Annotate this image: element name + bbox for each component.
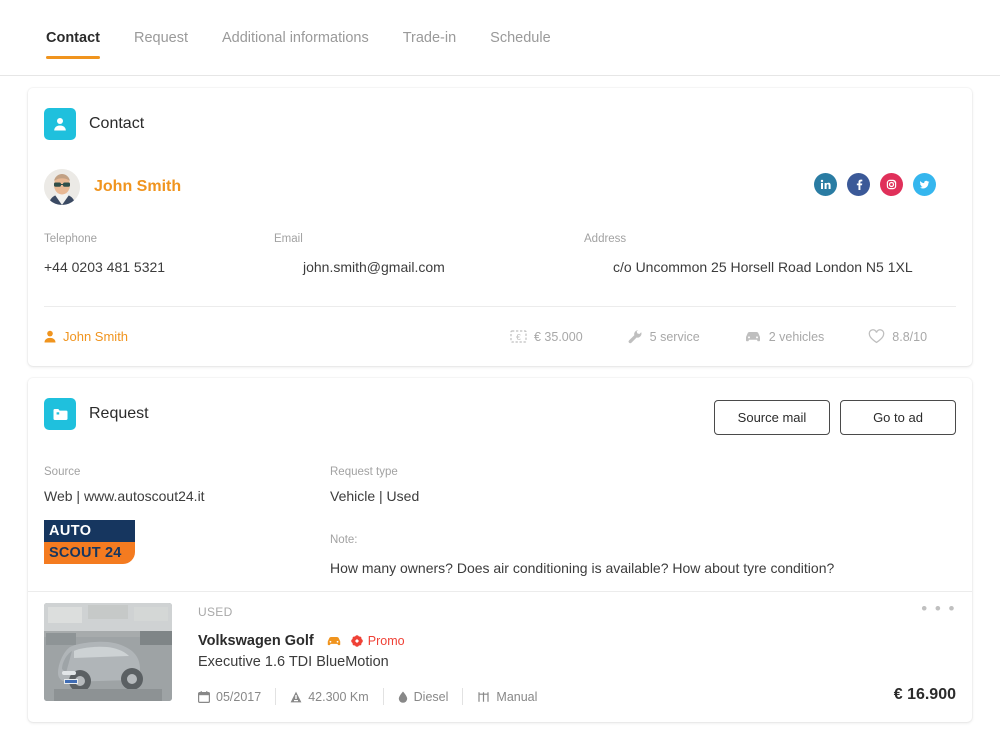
request-section-title: Request: [89, 405, 149, 422]
field-email-label: Email: [274, 233, 303, 245]
contact-person-name[interactable]: John Smith: [94, 178, 181, 196]
fuel-icon: [398, 691, 407, 703]
contact-section-title: Contact: [89, 115, 145, 132]
twitter-icon[interactable]: [913, 173, 936, 196]
vehicle-title-row: Volkswagen Golf Promo: [198, 633, 956, 649]
tab-request[interactable]: Request: [134, 30, 188, 59]
request-type-value: Vehicle | Used: [330, 488, 420, 504]
owner-link-label: John Smith: [63, 329, 129, 344]
contact-fields: Telephone +44 0203 481 5321 Email john.s…: [44, 233, 972, 275]
request-card: Request Source mail Go to ad Source Web …: [28, 378, 972, 722]
promo-flower-icon: [350, 635, 363, 647]
owner-link[interactable]: John Smith: [44, 329, 128, 344]
note-text: How many owners? Does air conditioning i…: [330, 560, 835, 576]
request-details: Source Web | www.autoscout24.it AUTO SCO…: [44, 466, 972, 576]
vehicle-photo[interactable]: [44, 603, 172, 701]
gearbox-icon: [478, 691, 490, 702]
tab-trade-in[interactable]: Trade-in: [403, 30, 456, 59]
field-telephone-label: Telephone: [44, 233, 98, 245]
contact-stats: € € 35.000 5 service 2 vehicles 8.8/10: [510, 329, 927, 345]
field-telephone: Telephone +44 0203 481 5321: [44, 233, 274, 275]
field-email-value: john.smith@gmail.com: [303, 259, 445, 275]
field-address-value: c/o Uncommon 25 Horsell Road London N5 1…: [613, 259, 913, 275]
tab-additional-informations[interactable]: Additional informations: [222, 30, 369, 59]
stat-vehicles: 2 vehicles: [744, 329, 825, 344]
vehicle-condition: USED: [198, 605, 233, 619]
note-label: Note:: [330, 534, 358, 546]
autoscout24-logo[interactable]: AUTO SCOUT 24: [44, 520, 135, 564]
promo-label: Promo: [367, 634, 405, 648]
spec-gearbox: Manual: [462, 688, 551, 705]
more-options-icon[interactable]: • • •: [921, 600, 956, 617]
stat-vehicles-value: 2 vehicles: [768, 329, 825, 344]
car-icon: [326, 635, 342, 647]
go-to-ad-button[interactable]: Go to ad: [840, 400, 956, 435]
source-value: Web | www.autoscout24.it: [44, 488, 205, 504]
vehicle-title: Volkswagen Golf: [198, 633, 314, 649]
field-telephone-value: +44 0203 481 5321: [44, 259, 166, 275]
spec-fuel: Diesel: [382, 688, 463, 705]
stat-budget: € € 35.000: [510, 329, 583, 344]
user-icon: [44, 330, 56, 343]
promo-badge: Promo: [350, 634, 405, 648]
spec-mileage: 42.300 Km: [275, 688, 382, 705]
vehicle-divider: [28, 591, 972, 592]
vehicle-specs: 05/2017 42.300 Km Diesel Manual: [198, 688, 956, 705]
social-links: [814, 173, 936, 196]
contact-section-header: Contact: [28, 88, 972, 140]
source-mail-button[interactable]: Source mail: [714, 400, 830, 435]
svg-text:€: €: [516, 332, 521, 342]
vehicle-subtitle: Executive 1.6 TDI BlueMotion: [198, 654, 389, 670]
vehicle-price: € 16.900: [893, 686, 956, 703]
autoscout24-logo-bottom: SCOUT 24: [44, 542, 135, 564]
mileage-icon: [290, 691, 302, 702]
spec-mileage-value: 42.300 Km: [308, 689, 369, 704]
stat-service-value: 5 service: [649, 329, 700, 344]
field-address-label: Address: [584, 233, 627, 245]
money-icon: €: [510, 330, 527, 343]
contact-card: Contact John Smith Telephone +44 0203 48…: [28, 88, 972, 366]
request-actions: Source mail Go to ad: [714, 400, 956, 435]
spec-registration-value: 05/2017: [216, 689, 262, 704]
vehicle-listing-row: • • • USED Volkswagen Golf Promo Executi…: [44, 600, 956, 705]
facebook-icon[interactable]: [847, 173, 870, 196]
contact-stats-row: John Smith € € 35.000 5 service 2 vehicl…: [44, 307, 956, 366]
request-type-label: Request type: [330, 466, 398, 478]
spec-fuel-value: Diesel: [413, 689, 449, 704]
stat-budget-value: € 35.000: [534, 329, 583, 344]
autoscout24-logo-top: AUTO: [44, 520, 135, 542]
tab-contact[interactable]: Contact: [46, 30, 100, 59]
folder-icon: [44, 398, 76, 430]
stat-service: 5 service: [627, 329, 700, 345]
person-icon: [44, 108, 76, 140]
spec-registration: 05/2017: [198, 688, 275, 705]
heart-icon: [869, 329, 885, 344]
source-label: Source: [44, 466, 81, 478]
linkedin-icon[interactable]: [814, 173, 837, 196]
vehicle-info: • • • USED Volkswagen Golf Promo Executi…: [198, 600, 956, 705]
tab-bar: Contact Request Additional informations …: [0, 0, 1000, 76]
field-address: Address c/o Uncommon 25 Horsell Road Lon…: [584, 233, 972, 275]
avatar: [44, 169, 80, 205]
request-type-column: Request type Vehicle | Used Note: How ma…: [330, 466, 972, 576]
instagram-icon[interactable]: [880, 173, 903, 196]
stat-rating-value: 8.8/10: [892, 329, 928, 344]
car-icon: [745, 332, 760, 342]
stat-rating: 8.8/10: [868, 329, 927, 344]
spec-gearbox-value: Manual: [496, 689, 538, 704]
field-email: Email john.smith@gmail.com: [274, 233, 584, 275]
calendar-icon: [198, 690, 210, 703]
wrench-icon: [628, 329, 642, 343]
tab-schedule[interactable]: Schedule: [490, 30, 550, 59]
request-source-column: Source Web | www.autoscout24.it AUTO SCO…: [44, 466, 330, 576]
